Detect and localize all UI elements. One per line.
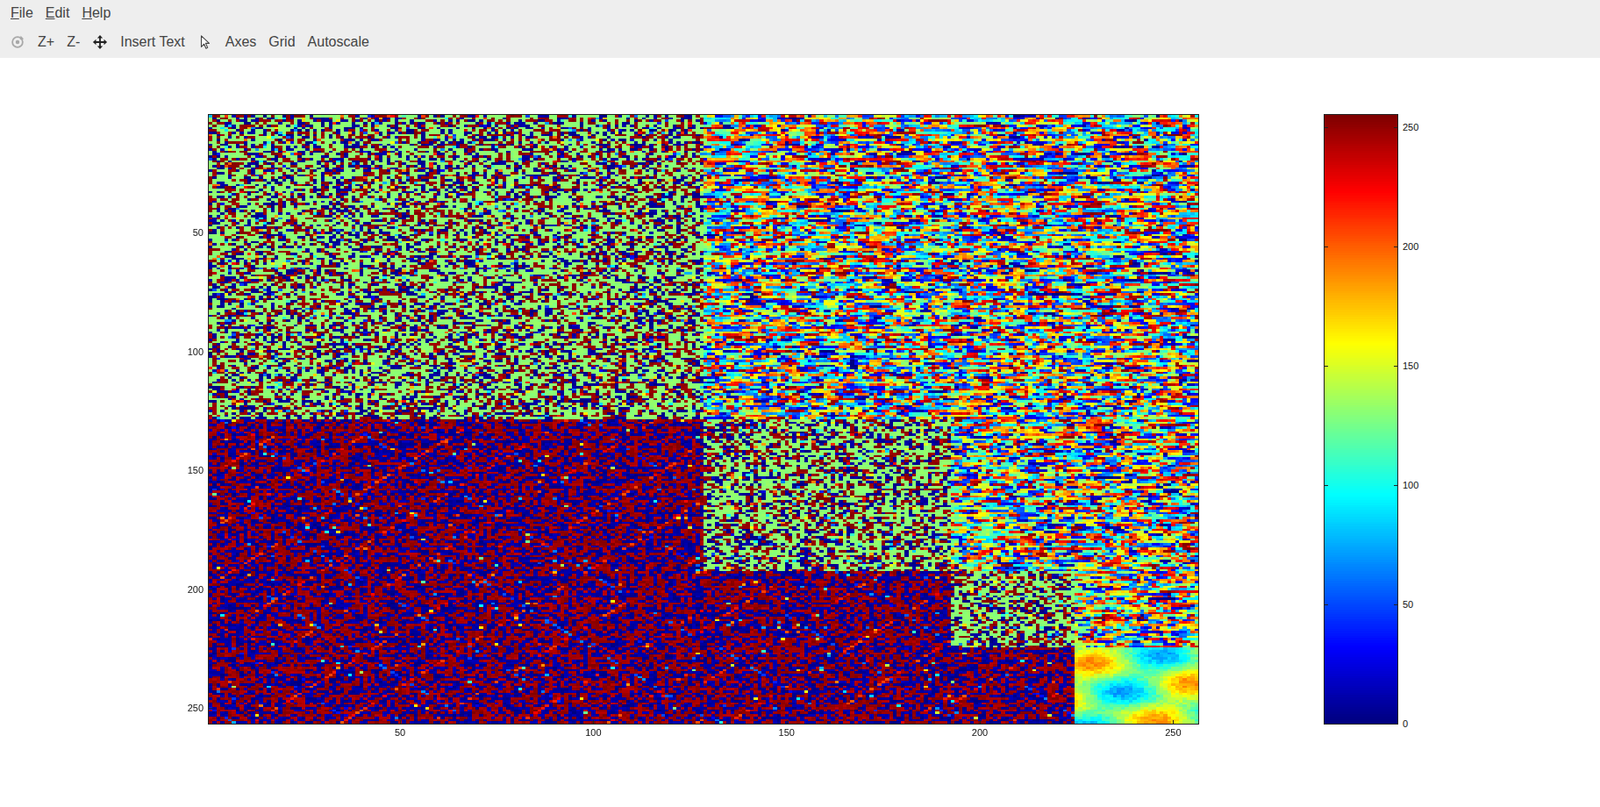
colorbar-tick-mark (1393, 365, 1398, 367)
menu-item[interactable]: Help (81, 4, 111, 22)
x-tick-label: 100 (585, 728, 601, 738)
toolbar-button[interactable]: Z+ (37, 33, 55, 50)
heatmap-region (950, 647, 1075, 724)
heatmap-region (703, 571, 951, 725)
colorbar-gradient (1324, 114, 1398, 724)
y-tick-label: 150 (187, 465, 204, 476)
rotate-icon (9, 34, 26, 50)
button-state: Autoscale (307, 33, 370, 50)
x-tick-label: 50 (394, 728, 406, 738)
heatmap-region (1074, 647, 1199, 724)
button-label: Insert Text (120, 33, 186, 50)
colorbar-tick-mark (1393, 246, 1398, 248)
heatmap-image[interactable] (208, 114, 1199, 724)
toolbar-button[interactable]: Insert Text (120, 33, 186, 50)
button-label: Z+ (37, 33, 55, 50)
x-tick-label: 150 (778, 728, 795, 738)
button-label: Grid (268, 33, 295, 50)
menu-item[interactable]: File (10, 4, 34, 22)
colorbar-tick-mark (1393, 604, 1398, 606)
heatmap-region (950, 419, 1199, 572)
button-state (9, 34, 26, 50)
y-tick-mark (208, 232, 213, 234)
toolbar: Z+ Z- Insert Text Axes Grid Autoscale (0, 25, 1600, 58)
pointer-button[interactable] (197, 34, 214, 50)
x-tick-mark (1172, 720, 1174, 724)
heatmap-axes[interactable]: 5010015020025050100150200250 (207, 114, 1200, 725)
button-state (197, 34, 214, 50)
toolbar-button[interactable]: Autoscale (307, 33, 370, 50)
button-label: Axes (225, 33, 258, 50)
y-tick-label: 100 (187, 346, 204, 357)
button-state: Axes (225, 33, 258, 50)
pointer-icon (197, 34, 214, 50)
colorbar-tick-mark (1324, 485, 1329, 486)
colorbar-tick-label: 250 (1402, 121, 1419, 132)
colorbar-tick-mark (1324, 246, 1329, 248)
x-tick-mark (592, 720, 594, 724)
rotate-button[interactable] (9, 34, 26, 50)
x-tick-label: 250 (1164, 728, 1181, 738)
colorbar-tick-label: 150 (1402, 360, 1419, 371)
pan-icon (92, 34, 108, 50)
heatmap-region (703, 114, 1199, 420)
menu-item[interactable]: Edit (45, 4, 71, 22)
colorbar-tick-label: 200 (1402, 241, 1419, 251)
menu-bar: File Edit Help (0, 0, 1600, 26)
colorbar-tick-label: 0 (1402, 719, 1408, 729)
colorbar: 050100150200250 (1323, 114, 1399, 725)
y-tick-label: 200 (187, 584, 204, 594)
toolbar-button[interactable]: Z- (66, 33, 80, 50)
pan-button[interactable] (92, 34, 108, 50)
top-bar: File Edit Help Z+ Z- Insert Text Axes Grid Auto… (0, 0, 1600, 58)
heatmap-region (1074, 571, 1199, 649)
button-state (92, 34, 108, 50)
colorbar-tick-label: 100 (1402, 479, 1419, 490)
heatmap-region (950, 571, 1075, 649)
heatmap-region (208, 419, 704, 724)
colorbar-tick-mark (1324, 365, 1329, 367)
colorbar-tick-mark (1324, 127, 1329, 129)
colorbar-tick-mark (1324, 723, 1329, 725)
heatmap-region (703, 419, 951, 572)
x-tick-mark (979, 720, 981, 724)
y-tick-mark (208, 351, 213, 353)
toolbar-button[interactable]: Grid (268, 33, 295, 50)
y-tick-mark (208, 589, 213, 591)
colorbar-tick-mark (1393, 485, 1398, 486)
x-tick-label: 200 (971, 728, 988, 738)
button-state: Insert Text (120, 33, 186, 50)
toolbar-button[interactable]: Axes (225, 33, 258, 50)
x-tick-mark (400, 720, 401, 724)
plot-area: 5010015020025050100150200250 05010015020… (0, 57, 1600, 807)
colorbar-tick-mark (1324, 604, 1329, 606)
colorbar-tick-mark (1393, 723, 1398, 725)
button-label: Autoscale (307, 33, 370, 50)
button-state: Z- (66, 33, 80, 50)
y-tick-mark (208, 470, 213, 472)
y-tick-mark (208, 707, 213, 709)
colorbar-tick-label: 50 (1402, 599, 1414, 609)
button-state: Grid (268, 33, 295, 50)
x-tick-mark (786, 720, 788, 724)
button-label: Z- (66, 33, 80, 50)
button-state: Z+ (37, 33, 55, 50)
heatmap-region (208, 114, 704, 420)
y-tick-label: 250 (187, 703, 204, 714)
y-tick-label: 50 (192, 228, 204, 238)
colorbar-tick-mark (1393, 127, 1398, 129)
